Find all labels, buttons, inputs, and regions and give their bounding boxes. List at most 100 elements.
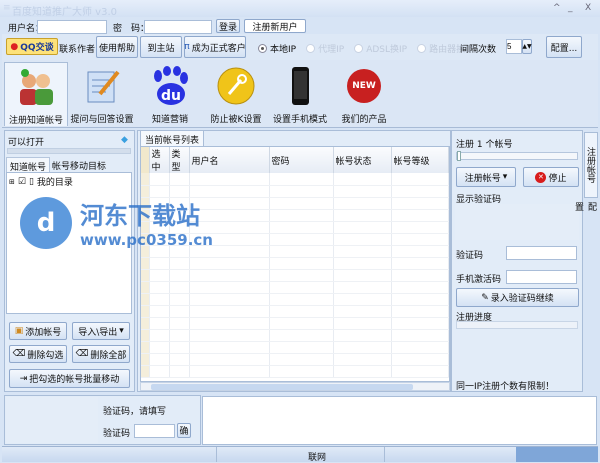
radio-indicator — [354, 44, 364, 53]
minimize-button[interactable]: _ — [568, 3, 573, 13]
slider-thumb[interactable] — [457, 151, 461, 161]
confirm-button[interactable]: 确 — [177, 423, 191, 438]
table-cell — [391, 293, 449, 306]
phone-code-input[interactable] — [506, 270, 577, 284]
table-cell — [391, 245, 449, 258]
zhidao-marketing-tab[interactable]: du 知道营销 — [138, 62, 202, 126]
table-cell — [189, 365, 270, 378]
col-username[interactable]: 用户名 — [189, 147, 270, 173]
log-area[interactable] — [202, 396, 597, 445]
register-account-button[interactable]: 注册帐号 ▾ — [456, 167, 516, 187]
menu-icon[interactable]: ≡ — [3, 3, 11, 13]
stop-button[interactable]: ✕ 停止 — [523, 167, 579, 187]
status-bar: 联网 — [2, 446, 598, 463]
button-label: 录入验证码继续 — [490, 294, 554, 304]
col-type[interactable]: 类型 — [169, 147, 190, 173]
register-count-label: 注册 1 个帐号 — [456, 140, 513, 150]
maximize-button[interactable]: ^ — [553, 3, 561, 13]
table-cell — [333, 329, 392, 342]
table-cell — [169, 341, 190, 354]
table-cell — [333, 173, 392, 186]
phone-icon — [280, 66, 320, 106]
table-cell — [189, 341, 270, 354]
interval-input[interactable] — [506, 39, 522, 54]
anti-ban-settings-tab[interactable]: 防止被K设置 — [204, 62, 268, 126]
new-badge-icon: NEW — [347, 69, 381, 103]
table-cell — [189, 353, 270, 366]
vtab-register[interactable]: 注册帐号 — [584, 132, 598, 198]
table-row[interactable] — [141, 269, 449, 282]
register-account-tab[interactable]: 注册知道帐号 — [4, 62, 68, 126]
table-cell — [269, 245, 334, 258]
eraser-icon: ⌫ — [12, 349, 26, 359]
col-level[interactable]: 帐号等级 — [391, 147, 449, 173]
register-count-slider[interactable] — [456, 151, 578, 161]
scrollbar-thumb[interactable] — [151, 384, 413, 390]
add-icon: ▣ — [14, 326, 24, 336]
watermark-url: www.pc0359.cn — [80, 231, 213, 249]
home-button[interactable]: 到主站 — [140, 36, 182, 58]
close-button[interactable]: X — [585, 3, 591, 13]
ip-option-adsl[interactable]: ADSL换IP — [354, 42, 407, 55]
add-account-button[interactable]: ▣ 添加帐号 — [9, 322, 67, 340]
password-input[interactable] — [144, 20, 212, 34]
tree-node[interactable]: ⊞ ☑ ▯ 我的目录 — [7, 173, 131, 190]
username-input[interactable] — [37, 20, 107, 34]
table-row[interactable] — [141, 341, 449, 354]
login-button[interactable]: 登录 — [216, 19, 240, 33]
table-cell — [391, 185, 449, 198]
become-customer-button[interactable]: π 成为正式客户 — [184, 36, 246, 58]
table-row[interactable] — [141, 173, 449, 186]
col-selected[interactable]: 选中 — [149, 147, 170, 173]
table-row[interactable] — [141, 365, 449, 378]
table-row[interactable] — [141, 317, 449, 330]
our-products-tab[interactable]: NEW 我们的产品 — [332, 62, 396, 126]
qa-settings-tab[interactable]: 提问与回答设置 — [70, 62, 134, 126]
captcha-prompt: 验证码，请填写 — [103, 407, 167, 417]
table-cell — [141, 173, 150, 186]
table-row[interactable] — [141, 281, 449, 294]
tab-move-target[interactable]: 帐号移动目标 — [52, 159, 106, 172]
expand-icon[interactable]: ⊞ — [9, 178, 15, 186]
mobile-mode-tab[interactable]: 设置手机模式 — [268, 62, 332, 126]
interval-spinner[interactable]: ▲▼ — [522, 39, 532, 54]
delete-checked-button[interactable]: ⌫ 删除勾选 — [9, 345, 67, 363]
ip-limit-note: 同一IP注册个数有限制！ — [456, 382, 555, 392]
table-cell — [333, 221, 392, 234]
batch-move-button[interactable]: ⇥ 把勾选的帐号批量移动 — [9, 369, 130, 388]
ip-option-local[interactable]: 本地IP — [258, 42, 296, 55]
help-button[interactable]: 使用帮助 — [96, 36, 138, 58]
table-cell — [391, 341, 449, 354]
register-new-user-button[interactable]: 注册新用户 — [244, 19, 306, 33]
tab-label: 设置手机模式 — [272, 115, 327, 125]
button-label: 添加帐号 — [25, 327, 62, 338]
table-row[interactable] — [141, 257, 449, 270]
contact-author-link[interactable]: 联系作者 — [59, 42, 95, 55]
table-row[interactable] — [141, 305, 449, 318]
ip-option-proxy[interactable]: 代理IP — [306, 42, 344, 55]
info-icon[interactable]: ◆ — [121, 135, 128, 145]
table-cell — [269, 233, 334, 246]
table-row[interactable] — [141, 353, 449, 366]
col-status[interactable]: 帐号状态 — [333, 147, 392, 173]
table-row[interactable] — [141, 329, 449, 342]
table-cell — [269, 173, 334, 186]
submit-captcha-button[interactable]: ✎ 录入验证码继续 — [456, 288, 579, 307]
watermark-logo-icon: d — [20, 196, 72, 249]
radio-label: ADSL换IP — [366, 45, 408, 55]
captcha-input[interactable] — [506, 246, 577, 260]
button-label: 注册帐号 — [464, 173, 501, 184]
import-export-button[interactable]: 导入\导出 ▾ — [72, 322, 130, 340]
col-password[interactable]: 密码 — [269, 147, 334, 173]
vtab-config[interactable]: 配置 — [573, 200, 598, 212]
bottom-captcha-input[interactable] — [134, 424, 175, 438]
horizontal-scrollbar[interactable] — [140, 382, 450, 391]
qq-chat-button[interactable]: ● QQ交谈 — [6, 38, 58, 55]
checkbox-icon[interactable]: ☑ — [18, 177, 26, 187]
delete-all-button[interactable]: ⌫ 删除全部 — [72, 345, 130, 363]
dropdown-icon: ▾ — [119, 326, 124, 336]
config-button[interactable]: 配置... — [546, 36, 582, 58]
table-cell — [391, 269, 449, 282]
table-row[interactable] — [141, 293, 449, 306]
tree-node-label: 我的目录 — [36, 178, 73, 188]
